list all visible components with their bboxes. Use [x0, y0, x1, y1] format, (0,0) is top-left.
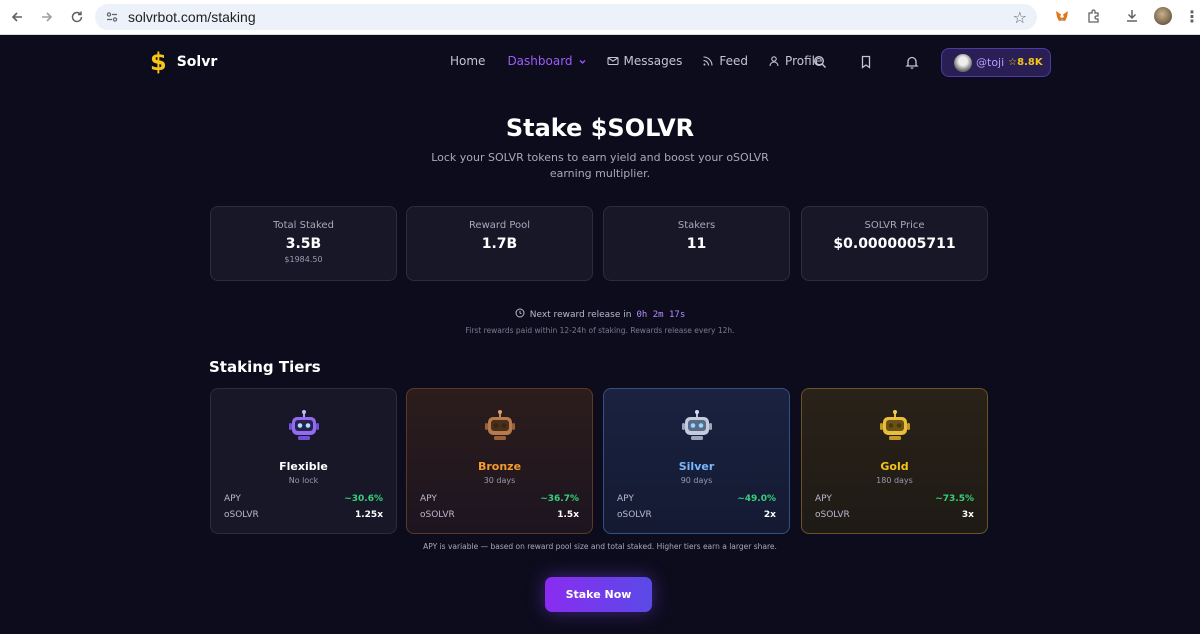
tier-lock-period: 90 days	[680, 476, 713, 485]
browser-toolbar: solvrbot.com/staking ☆ ⋮	[0, 0, 1200, 35]
back-icon[interactable]	[6, 6, 28, 28]
extensions-puzzle-icon[interactable]	[1084, 6, 1104, 26]
browser-profile-avatar[interactable]	[1154, 7, 1172, 25]
stat-subvalue: $1984.50	[284, 255, 323, 264]
reward-countdown: Next reward release in 0h 2m 17s	[0, 308, 1200, 321]
apy-label: APY	[224, 494, 241, 504]
stat-card-stakers: Stakers 11	[603, 206, 790, 281]
stat-value: 1.7B	[481, 236, 518, 252]
osolvr-multiplier: 1.25x	[354, 510, 383, 520]
tier-lock-period: No lock	[288, 476, 319, 485]
tier-lock-period: 30 days	[483, 476, 516, 485]
nav-dashboard-label: Dashboard	[507, 54, 573, 68]
address-bar[interactable]: solvrbot.com/staking ☆	[95, 4, 1037, 30]
reload-icon[interactable]	[66, 6, 88, 28]
brand-logo[interactable]: $ Solvr	[150, 50, 217, 74]
user-icon	[768, 55, 780, 67]
tier-name: Gold	[880, 460, 909, 473]
osolvr-label: oSOLVR	[815, 510, 850, 520]
osolvr-label: oSOLVR	[224, 510, 259, 520]
reward-note: First rewards paid within 12-24h of stak…	[465, 326, 735, 335]
stat-value: 3.5B	[285, 236, 322, 252]
nav-dashboard[interactable]: Dashboard	[507, 54, 586, 68]
stat-card-solvr-price: SOLVR Price $0.0000005711	[801, 206, 988, 281]
tier-name: Silver	[678, 460, 715, 473]
stat-label: Stakers	[677, 220, 716, 231]
dollar-logo-icon: $	[150, 48, 167, 76]
metamask-extension-icon[interactable]	[1052, 6, 1072, 26]
osolvr-multiplier: 1.5x	[557, 510, 579, 520]
osolvr-label: oSOLVR	[420, 510, 455, 520]
tier-name: Flexible	[279, 460, 328, 473]
nav-feed-label: Feed	[719, 54, 749, 68]
apy-label: APY	[617, 494, 634, 504]
stat-label: Reward Pool	[468, 220, 531, 231]
clock-icon	[515, 308, 525, 321]
countdown-timer: 0h 2m 17s	[636, 309, 686, 320]
osolvr-label: oSOLVR	[617, 510, 652, 520]
stat-label: Total Staked	[273, 220, 334, 231]
site-navbar: $ Solvr Home Dashboard Messages Feed Pro…	[0, 35, 1200, 90]
apy-value: ~73.5%	[935, 494, 974, 504]
nav-feed[interactable]: Feed	[702, 54, 748, 68]
brand-name: Solvr	[176, 54, 218, 70]
osolvr-multiplier: 3x	[961, 510, 974, 520]
stat-value: 11	[686, 236, 707, 252]
forward-icon[interactable]	[36, 6, 58, 28]
apy-label: APY	[815, 494, 832, 504]
bookmark-icon[interactable]	[858, 54, 874, 70]
page-subtitle: Lock your SOLVR tokens to earn yield and…	[431, 151, 769, 180]
tier-card-silver[interactable]: Silver 90 days APY ~49.0% oSOLVR 2x	[603, 388, 790, 534]
chevron-down-icon	[578, 57, 587, 66]
page-title: Stake $SOLVR	[505, 114, 695, 142]
nav-messages-label: Messages	[623, 54, 683, 68]
apy-value: ~49.0%	[737, 494, 776, 504]
tier-lock-period: 180 days	[876, 476, 913, 485]
apy-label: APY	[420, 494, 437, 504]
user-handle: @toji	[976, 56, 1005, 69]
robot-icon	[485, 410, 515, 440]
site-info-icon[interactable]	[104, 9, 120, 25]
robot-icon	[289, 410, 319, 440]
section-heading-staking-tiers: Staking Tiers	[209, 358, 321, 376]
nav-home[interactable]: Home	[450, 54, 485, 68]
stake-now-button[interactable]: Stake Now	[545, 577, 652, 612]
stat-card-total-staked: Total Staked 3.5B $1984.50	[210, 206, 397, 281]
apy-value: ~36.7%	[540, 494, 579, 504]
apy-value: ~30.6%	[344, 494, 383, 504]
main-menu: Home Dashboard Messages Feed Profile	[450, 54, 822, 68]
tier-card-flexible[interactable]: Flexible No lock APY ~30.6% oSOLVR 1.25x	[210, 388, 397, 534]
stat-value: $0.0000005711	[833, 236, 956, 252]
search-icon[interactable]	[812, 54, 828, 70]
download-icon[interactable]	[1122, 6, 1142, 26]
stat-card-reward-pool: Reward Pool 1.7B	[406, 206, 593, 281]
robot-icon	[880, 410, 910, 440]
osolvr-multiplier: 2x	[763, 510, 776, 520]
apy-disclaimer: APY is variable — based on reward pool s…	[423, 542, 777, 551]
bell-icon[interactable]	[904, 54, 920, 70]
nav-messages[interactable]: Messages	[606, 54, 683, 68]
user-points: ☆8.8K	[1008, 57, 1043, 68]
reward-label: Next reward release in	[529, 309, 632, 320]
tier-name: Bronze	[477, 460, 522, 473]
user-avatar	[954, 53, 972, 72]
url-text[interactable]: solvrbot.com/staking	[128, 9, 256, 25]
rss-icon	[702, 55, 714, 67]
robot-icon	[682, 410, 712, 440]
bookmark-star-icon[interactable]: ☆	[1013, 8, 1027, 27]
tier-card-bronze[interactable]: Bronze 30 days APY ~36.7% oSOLVR 1.5x	[406, 388, 593, 534]
mail-icon	[606, 55, 619, 67]
stat-label: SOLVR Price	[864, 220, 925, 231]
tier-card-gold[interactable]: Gold 180 days APY ~73.5% oSOLVR 3x	[801, 388, 988, 534]
browser-menu-icon[interactable]: ⋮	[1184, 7, 1200, 26]
user-account-button[interactable]: @toji ☆8.8K	[941, 48, 1051, 77]
nav-home-label: Home	[450, 54, 486, 68]
